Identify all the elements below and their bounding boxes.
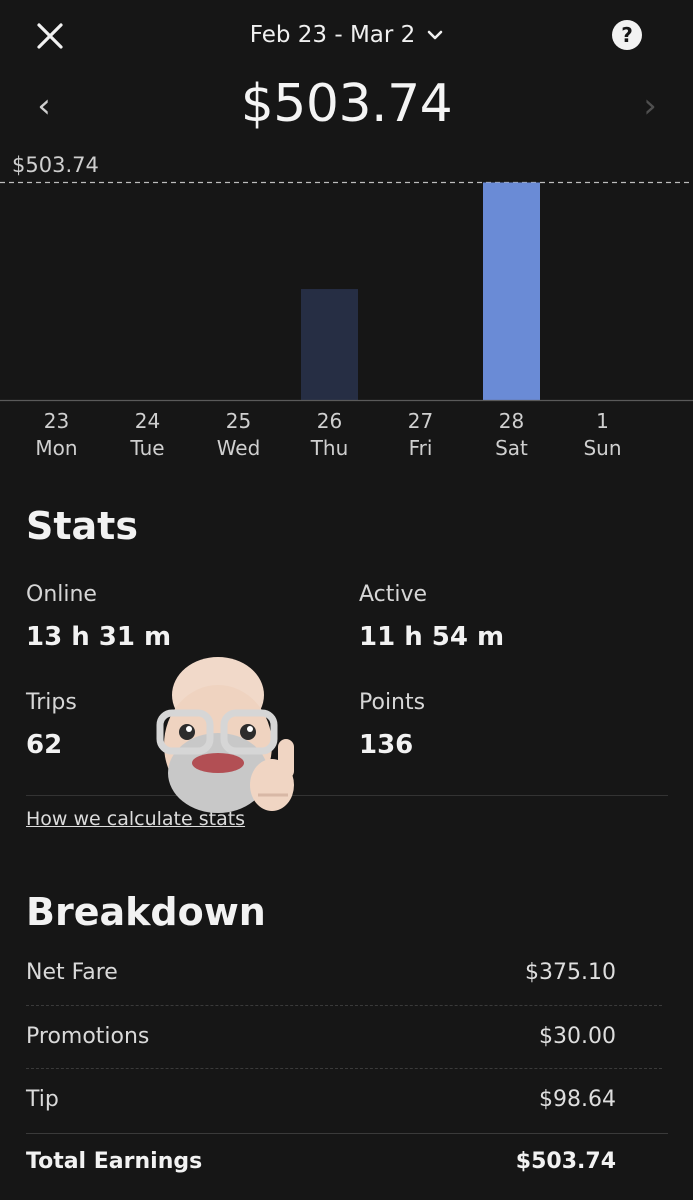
breakdown-title: Breakdown bbox=[26, 890, 266, 934]
day-number: 28 bbox=[498, 409, 525, 433]
day-name: Sat bbox=[495, 436, 528, 460]
day-number: 1 bbox=[596, 409, 609, 433]
row-divider bbox=[26, 1005, 662, 1006]
chevron-right-icon: › bbox=[643, 86, 657, 126]
chevron-down-icon bbox=[427, 30, 443, 40]
net-fare-row: Net Fare $375.10 bbox=[26, 960, 616, 985]
total-earnings-amount: $503.74 bbox=[515, 1149, 616, 1174]
next-week-button[interactable]: › bbox=[630, 84, 670, 128]
day-name: Thu bbox=[310, 436, 349, 460]
online-label: Online bbox=[26, 582, 97, 607]
week-total-earnings: $503.74 bbox=[240, 74, 453, 134]
day-label-sun[interactable]: 1 Sun bbox=[558, 408, 648, 462]
day-name: Wed bbox=[216, 436, 261, 460]
day-name: Tue bbox=[130, 436, 165, 460]
promotions-amount: $30.00 bbox=[539, 1024, 616, 1049]
day-number: 24 bbox=[134, 409, 161, 433]
earnings-bar-chart: $503.74 bbox=[0, 153, 693, 402]
day-name: Mon bbox=[35, 436, 78, 460]
net-fare-amount: $375.10 bbox=[525, 960, 616, 985]
total-earnings-label: Total Earnings bbox=[26, 1149, 203, 1174]
day-name: Sun bbox=[583, 436, 622, 460]
chart-bar-sat[interactable] bbox=[483, 182, 540, 401]
total-earnings-row: Total Earnings $503.74 bbox=[26, 1149, 616, 1174]
memoji-thumbs-up-sticker bbox=[156, 657, 294, 813]
tip-amount: $98.64 bbox=[539, 1087, 616, 1112]
promotions-label: Promotions bbox=[26, 1024, 150, 1049]
date-range-selector[interactable]: Feb 23 - Mar 2 bbox=[0, 18, 693, 52]
trips-value: 62 bbox=[26, 730, 63, 760]
help-button[interactable]: ? bbox=[604, 12, 650, 58]
day-number: 23 bbox=[43, 409, 70, 433]
active-value: 11 h 54 m bbox=[359, 622, 505, 652]
day-name: Fri bbox=[408, 436, 433, 460]
points-value: 136 bbox=[359, 730, 414, 760]
tip-row: Tip $98.64 bbox=[26, 1087, 616, 1112]
day-label-tue[interactable]: 24 Tue bbox=[103, 408, 193, 462]
date-range-label: Feb 23 - Mar 2 bbox=[249, 22, 416, 48]
svg-text:?: ? bbox=[621, 23, 633, 47]
day-number: 26 bbox=[316, 409, 343, 433]
chart-bars bbox=[301, 182, 540, 401]
day-label-thu[interactable]: 26 Thu bbox=[285, 408, 375, 462]
stats-divider bbox=[26, 795, 668, 796]
chart-bar-thu[interactable] bbox=[301, 289, 358, 400]
day-label-fri[interactable]: 27 Fri bbox=[376, 408, 466, 462]
day-label-mon[interactable]: 23 Mon bbox=[12, 408, 102, 462]
points-label: Points bbox=[359, 690, 426, 715]
row-divider bbox=[26, 1068, 662, 1069]
help-circle-icon: ? bbox=[612, 20, 642, 50]
trips-label: Trips bbox=[26, 690, 77, 715]
day-number: 27 bbox=[407, 409, 434, 433]
day-number: 25 bbox=[225, 409, 252, 433]
day-label-wed[interactable]: 25 Wed bbox=[194, 408, 284, 462]
active-label: Active bbox=[359, 582, 428, 607]
day-label-sat[interactable]: 28 Sat bbox=[467, 408, 557, 462]
online-value: 13 h 31 m bbox=[26, 622, 172, 652]
tip-label: Tip bbox=[26, 1087, 59, 1112]
stats-title: Stats bbox=[26, 504, 138, 548]
net-fare-label: Net Fare bbox=[26, 960, 118, 985]
promotions-row: Promotions $30.00 bbox=[26, 1024, 616, 1049]
chart-max-label: $503.74 bbox=[12, 153, 99, 177]
total-divider bbox=[26, 1133, 668, 1134]
